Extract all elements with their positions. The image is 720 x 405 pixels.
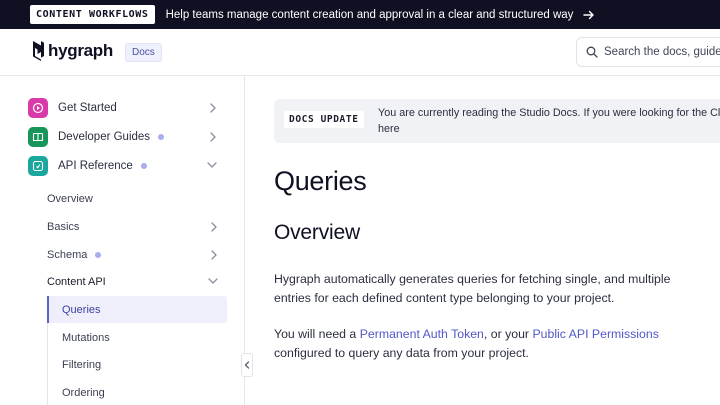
callout-link[interactable]: here [378,121,720,137]
sidebar-item-label: API Reference [58,160,133,172]
docs-badge: Docs [125,43,162,62]
play-icon [28,98,48,118]
public-api-permissions-link[interactable]: Public API Permissions [532,327,658,341]
sidebar-item-label: Developer Guides [58,131,151,143]
sidebar-item-developer-guides[interactable]: Developer Guides [28,125,218,149]
sidebar-item-api-reference[interactable]: API Reference [28,154,218,178]
site-header: hygraph Docs Search the docs, guides [0,29,720,76]
announcement-tag: CONTENT WORKFLOWS [30,5,155,24]
search-input[interactable]: Search the docs, guides [576,37,720,67]
sidebar-item-label: Schema [47,249,88,261]
auth-paragraph: You will need a Permanent Auth Token, or… [274,325,694,363]
permanent-auth-token-link[interactable]: Permanent Auth Token [360,327,484,341]
code-icon [28,156,48,176]
sidebar-item-overview[interactable]: Overview [47,187,219,211]
hygraph-logo[interactable]: hygraph [30,40,113,62]
sidebar-item-mutations[interactable]: Mutations [47,324,227,351]
book-icon [28,127,48,147]
callout-text: You are currently reading the Studio Doc… [378,105,720,137]
chevron-left-icon [244,361,250,369]
sidebar-item-label: Content API [47,276,106,288]
sidebar-item-ordering[interactable]: Ordering [47,379,227,405]
callout-text-line: You are currently reading the Studio Doc… [378,107,720,119]
intro-paragraph: Hygraph automatically generates queries … [274,272,671,305]
paragraph-text: configured to query any data from your p… [274,346,529,360]
page-title: Queries [274,166,367,196]
sidebar-item-label: Overview [47,193,93,205]
chevron-right-icon [211,222,217,232]
logo-wordmark: hygraph [48,41,113,60]
sidebar-item-content-api[interactable]: Content API [47,270,219,294]
sidebar-item-label: Get Started [58,102,117,114]
sidebar-item-queries[interactable]: Queries [47,296,227,323]
new-indicator-dot [95,252,102,258]
chevron-right-icon [210,103,216,113]
sidebar-item-label: Filtering [62,358,102,371]
sidebar-item-filtering[interactable]: Filtering [47,351,227,378]
search-placeholder: Search the docs, guides [604,46,720,58]
collapse-sidebar-button[interactable] [241,353,253,377]
chevron-down-icon [208,278,218,284]
paragraph-text: You will need a [274,327,360,341]
arrow-right-icon[interactable] [583,9,595,21]
search-icon [586,46,598,58]
docs-update-callout: DOCS UPDATE You are currently reading th… [274,99,720,143]
hygraph-logo-icon [33,41,44,61]
paragraph-text: , or your [483,327,533,341]
sidebar-nav: Get Started Developer Guides API Referen… [0,76,245,405]
new-indicator-dot [158,134,165,140]
sidebar-item-basics[interactable]: Basics [47,215,219,239]
new-indicator-dot [140,163,147,169]
sidebar-item-label: Ordering [62,386,105,399]
chevron-right-icon [211,250,217,260]
callout-label: DOCS UPDATE [284,111,364,128]
announcement-message[interactable]: Help teams manage content creation and a… [166,9,574,21]
section-heading: Overview [274,221,360,244]
sidebar-item-label: Mutations [62,331,110,344]
announcement-bar[interactable]: CONTENT WORKFLOWS Help teams manage cont… [0,0,720,29]
chevron-down-icon [207,162,217,168]
sidebar-item-schema[interactable]: Schema [47,243,219,267]
sidebar-item-get-started[interactable]: Get Started [28,96,218,120]
sidebar-item-label: Queries [62,303,101,316]
chevron-right-icon [210,132,216,142]
sidebar-item-label: Basics [47,221,80,233]
